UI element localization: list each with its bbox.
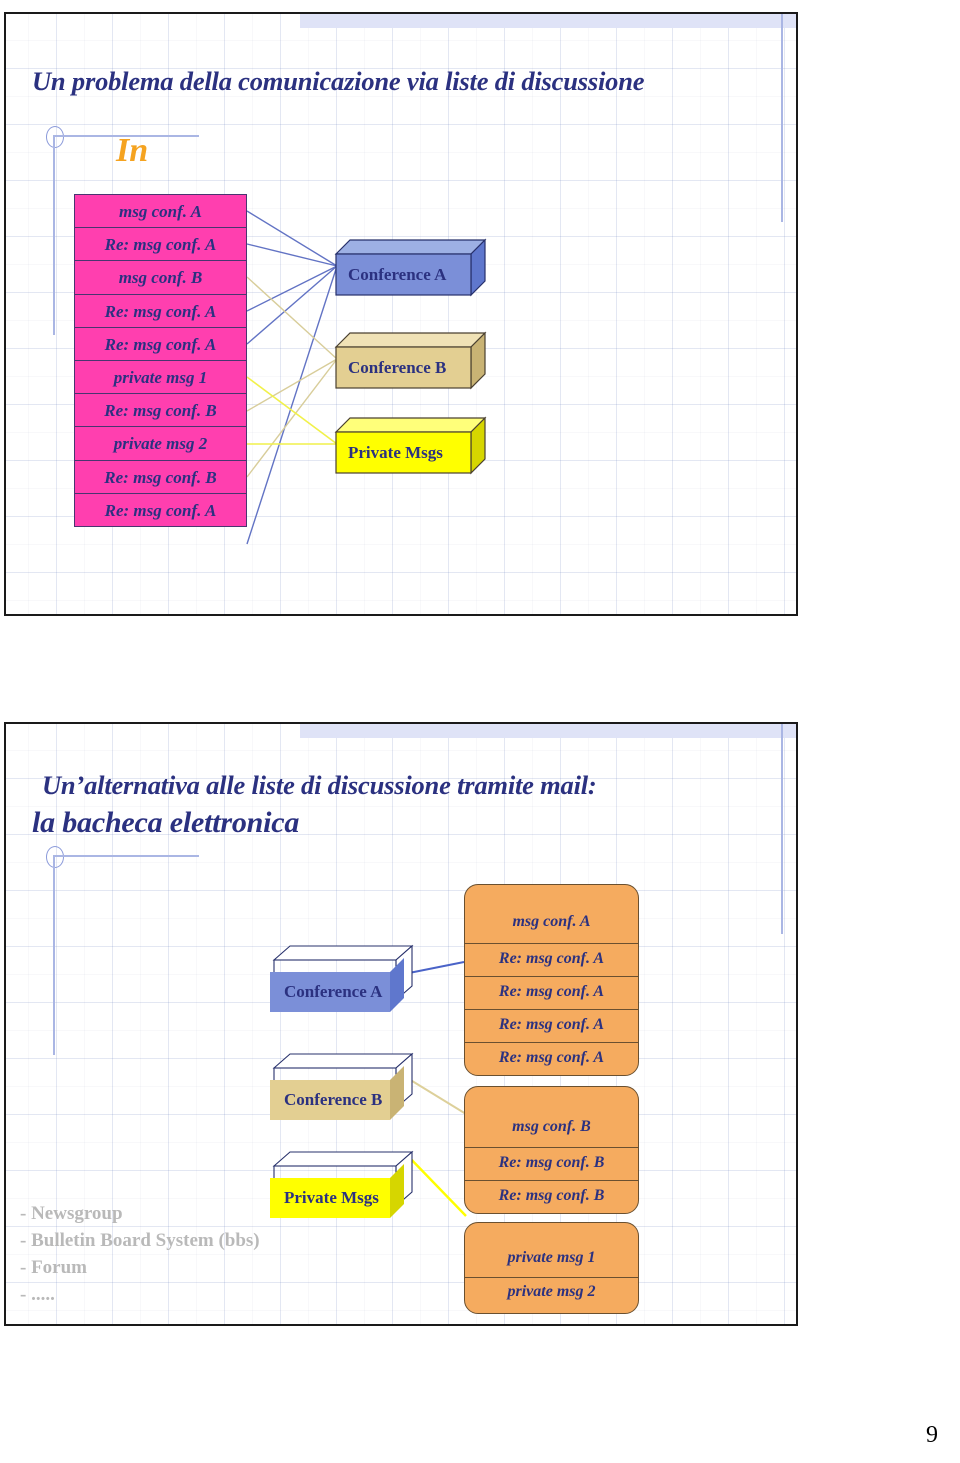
message-row: private msg 1 (465, 1247, 638, 1278)
slide-2-deco-hline (54, 855, 199, 857)
slide-1-box-conference-a: Conference A (334, 238, 487, 297)
message-row: Re: msg conf. B (465, 1148, 638, 1181)
bullet-item: - Forum (20, 1257, 88, 1278)
inbox-row: msg conf. A (75, 195, 246, 229)
slide-2-conference-a-messages: msg conf. A Re: msg conf. A Re: msg conf… (464, 884, 639, 1076)
slide-1-inbox-list: msg conf. A Re: msg conf. A msg conf. B … (74, 194, 247, 527)
message-row: Re: msg conf. A (465, 1010, 638, 1043)
message-row: msg conf. A (465, 911, 638, 944)
inbox-row: Re: msg conf. B (75, 461, 246, 494)
inbox-row: Re: msg conf. A (75, 328, 246, 361)
handout-page: Un problema della comunicazione via list… (0, 0, 960, 1463)
message-row: Re: msg conf. A (465, 977, 638, 1010)
slide-1-right-accent-line (781, 14, 783, 222)
message-row: private msg 2 (507, 1283, 596, 1300)
slide-2-box-private-msgs-label: Private Msgs (284, 1188, 379, 1207)
slide-1: Un problema della comunicazione via list… (4, 12, 798, 616)
slide-2-private-messages: private msg 1 private msg 2 (464, 1222, 639, 1314)
slide-2-conference-b-messages: msg conf. B Re: msg conf. B Re: msg conf… (464, 1086, 639, 1214)
slide-1-title: Un problema della comunicazione via list… (32, 66, 645, 96)
slide-2-deco-vline (53, 855, 55, 1055)
message-row: Re: msg conf. A (465, 944, 638, 977)
inbox-row: msg conf. B (75, 261, 246, 295)
slide-1-box-conference-a-label: Conference A (348, 265, 447, 284)
message-row: msg conf. B (465, 1115, 638, 1148)
bullet-item: - Newsgroup (20, 1203, 123, 1224)
slide-1-header-band (300, 14, 796, 28)
slide-1-deco-vline (53, 135, 55, 335)
inbox-row: private msg 2 (75, 427, 246, 461)
slide-2-deco-circle (46, 846, 64, 868)
message-row: Re: msg conf. B (498, 1187, 605, 1204)
slide-2-header-band (300, 724, 796, 738)
slide-2-box-conference-b-label: Conference B (284, 1090, 383, 1109)
slide-1-box-conference-b-label: Conference B (348, 358, 447, 377)
slide-1-box-private-msgs-label: Private Msgs (348, 443, 443, 462)
inbox-row: private msg 1 (75, 361, 246, 395)
slide-2-box-conference-a: Conference A (270, 944, 414, 1018)
message-row: Re: msg conf. A (498, 1049, 605, 1066)
inbox-row: Re: msg conf. B (75, 394, 246, 428)
inbox-row: Re: msg conf. A (75, 295, 246, 328)
page-number: 9 (926, 1422, 938, 1448)
slide-2-right-accent-line (781, 724, 783, 934)
slide-2-box-conference-b: Conference B (270, 1052, 414, 1126)
bullet-item: - Bulletin Board System (bbs) (20, 1230, 260, 1251)
slide-1-deco-circle (46, 126, 64, 148)
slide-2: Un’alternativa alle liste di discussione… (4, 722, 798, 1326)
slide-1-box-private-msgs: Private Msgs (334, 416, 487, 475)
slide-2-bullet-list: - Newsgroup - Bulletin Board System (bbs… (20, 1200, 260, 1308)
slide-2-title-line-1: Un’alternativa alle liste di discussione… (42, 770, 597, 800)
inbox-row: Re: msg conf. A (104, 500, 217, 520)
slide-2-title-line-2: la bacheca elettronica (32, 806, 300, 839)
slide-2-box-private-msgs: Private Msgs (270, 1150, 414, 1224)
slide-2-box-conference-a-label: Conference A (284, 982, 383, 1001)
slide-1-inbox-label: In (116, 132, 149, 169)
slide-1-box-conference-b: Conference B (334, 331, 487, 390)
bullet-item: - ..... (20, 1284, 55, 1305)
inbox-row: Re: msg conf. A (75, 228, 246, 262)
